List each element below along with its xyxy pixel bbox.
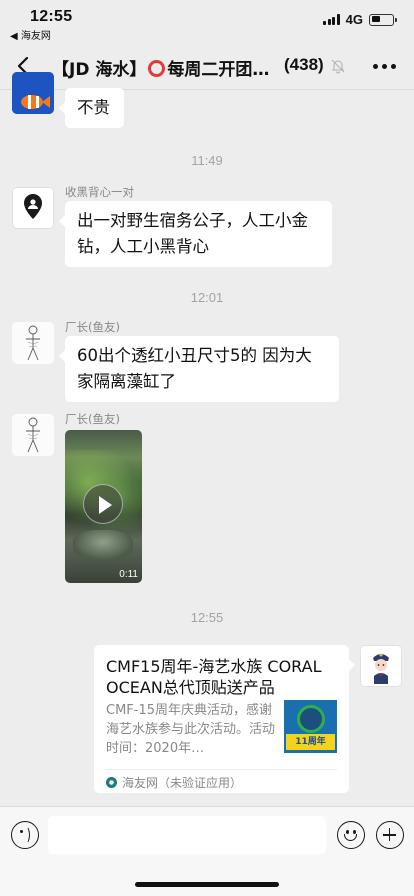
home-indicator[interactable] [135, 882, 279, 887]
more-options-icon[interactable] [373, 64, 396, 69]
status-indicators: 4G [323, 12, 397, 27]
member-count: (438) [284, 55, 324, 74]
battery-level [371, 16, 381, 22]
cartoon-officer-icon [361, 646, 401, 686]
sender-name: 厂长(鱼友) [65, 412, 120, 426]
video-thumbnail-rock [73, 530, 133, 560]
link-card[interactable]: CMF15周年-海艺水族 CORAL OCEAN总代顶贴送产品 CMF-15周年… [94, 645, 355, 793]
chat-title[interactable]: 【JD 海水】 每周二开团… [52, 55, 269, 80]
play-icon[interactable] [83, 484, 123, 524]
signal-strength-icon [323, 14, 340, 25]
chat-header: 【JD 海水】 每周二开团… (438) [0, 44, 414, 90]
emoji-icon[interactable] [337, 821, 365, 849]
sender-name: 收黑背心一对 [65, 185, 134, 199]
video-duration: 0:11 [119, 569, 138, 580]
sketch-figure-avatar[interactable] [12, 322, 54, 364]
sender-name: 厂长(鱼友) [65, 320, 120, 334]
message-timestamp: 12:55 [190, 610, 224, 625]
sketch-figure-icon [12, 414, 54, 456]
message-bubble[interactable]: 出一对野生宿务公子，人工小金钻，人工小黑背心 [59, 201, 332, 267]
link-card-source[interactable]: 海友网（未验证应用） [106, 774, 242, 791]
link-card-thumbnail: 11周年 [284, 700, 337, 753]
voice-input-icon[interactable] [11, 821, 39, 849]
chat-title-suffix: 每周二开团… [167, 60, 270, 80]
message-bubble[interactable]: 60出个透红小丑尺寸5的 因为大家隔离藻缸了 [59, 336, 339, 402]
clownfish-icon [12, 72, 54, 114]
message-bubble[interactable]: 不贵 [59, 88, 124, 128]
battery-icon [369, 13, 397, 26]
more-actions-plus-icon[interactable] [376, 821, 404, 849]
anniversary-logo-icon [297, 705, 325, 733]
clownfish-avatar[interactable] [12, 72, 54, 114]
source-app-icon [106, 777, 117, 788]
chat-title-prefix: 【JD 海水】 [52, 60, 147, 80]
link-card-title: CMF15周年-海艺水族 CORAL OCEAN总代顶贴送产品 [106, 657, 322, 697]
source-label: 海友网（未验证应用） [122, 776, 243, 790]
location-pin-icon [13, 188, 53, 228]
video-message[interactable]: 0:11 [65, 430, 142, 583]
thumbnail-text: 11周年 [286, 734, 335, 750]
sketch-figure-icon [12, 322, 54, 364]
cartoon-officer-avatar[interactable] [360, 645, 402, 687]
network-type: 4G [345, 12, 363, 27]
mute-bell-icon [331, 59, 345, 74]
message-timestamp: 11:49 [191, 153, 223, 168]
status-bar: 12:55 ◀ 海友网 4G [0, 0, 414, 44]
back-to-app-link[interactable]: ◀ 海友网 [10, 27, 51, 42]
red-circle-icon [148, 60, 166, 77]
message-input[interactable] [48, 816, 326, 854]
link-card-description: CMF-15周年庆典活动，感谢海艺水族参与此次活动。活动时间：2020年… [106, 703, 276, 756]
status-time: 12:55 [30, 8, 73, 25]
message-timestamp: 12:01 [190, 290, 224, 305]
location-pin-avatar[interactable] [12, 187, 54, 229]
sketch-figure-avatar[interactable] [12, 414, 54, 456]
card-divider [106, 769, 337, 770]
